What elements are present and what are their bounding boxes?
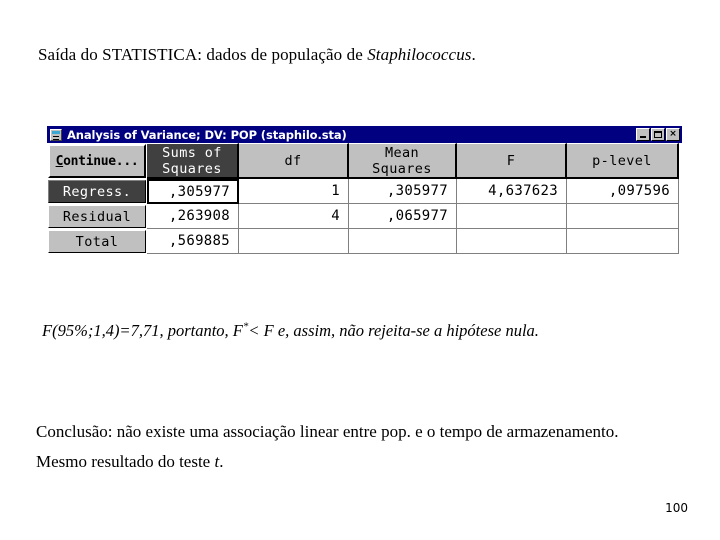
- f-test-note: F(95%;1,4)=7,71, portanto, F*< F e, assi…: [42, 318, 602, 343]
- table-row: Residual ,263908 4 ,065977: [47, 204, 682, 229]
- cell-residual-sums-of-squares[interactable]: ,263908: [147, 204, 239, 229]
- anova-results-grid: Continue... Sums of Squares df Mean Squa…: [47, 143, 682, 254]
- cell-total-mean-squares[interactable]: [349, 229, 457, 254]
- window-title: Analysis of Variance; DV: POP (staphilo.…: [67, 127, 347, 142]
- row-header-residual[interactable]: Residual: [48, 205, 146, 228]
- table-row: Total ,569885: [47, 229, 682, 254]
- cell-residual-p-level[interactable]: [567, 204, 679, 229]
- document-icon: [50, 128, 62, 141]
- column-header-sums-of-squares[interactable]: Sums of Squares: [147, 143, 239, 179]
- page-title: Saída do STATISTICA: dados de população …: [38, 44, 476, 66]
- page-title-species: Staphilococcus: [367, 45, 472, 64]
- cell-regression-mean-squares[interactable]: ,305977: [349, 179, 457, 204]
- window-controls: ×: [636, 128, 680, 141]
- grid-header-row: Continue... Sums of Squares df Mean Squa…: [47, 143, 682, 179]
- column-header-line2: Squares: [372, 160, 432, 177]
- column-header-p-level[interactable]: p-level: [567, 143, 679, 179]
- page-title-text: Saída do STATISTICA: dados de população …: [38, 45, 368, 64]
- column-header-df[interactable]: df: [239, 143, 349, 179]
- conclusion-period: .: [219, 452, 224, 471]
- column-header-mean-squares[interactable]: Mean Squares: [349, 143, 457, 179]
- cell-total-p-level[interactable]: [567, 229, 679, 254]
- f-test-note-post: < F e, assim, não rejeita-se a hipótese …: [248, 321, 539, 340]
- continue-label: ontinue...: [63, 153, 139, 169]
- cell-total-sums-of-squares[interactable]: ,569885: [147, 229, 239, 254]
- cell-residual-mean-squares[interactable]: ,065977: [349, 204, 457, 229]
- statistica-anova-window: Analysis of Variance; DV: POP (staphilo.…: [46, 126, 682, 254]
- column-header-line1: df: [284, 152, 302, 169]
- cell-regression-df[interactable]: 1: [239, 179, 349, 204]
- column-header-line1: Sums of: [162, 144, 222, 161]
- cell-residual-df[interactable]: 4: [239, 204, 349, 229]
- row-header-regression[interactable]: Regress.: [48, 180, 146, 203]
- continue-accel: C: [55, 153, 64, 169]
- cell-total-f[interactable]: [457, 229, 567, 254]
- page-title-period: .: [471, 45, 476, 64]
- cell-regression-f[interactable]: 4,637623: [457, 179, 567, 204]
- close-icon: ×: [669, 129, 677, 139]
- close-button[interactable]: ×: [666, 128, 680, 141]
- column-header-line1: Mean: [384, 144, 420, 161]
- page-number: 100: [665, 501, 688, 515]
- cell-regression-p-level[interactable]: ,097596: [567, 179, 679, 204]
- column-header-line1: F: [506, 152, 516, 169]
- conclusion-text: Conclusão: não existe uma associação lin…: [36, 422, 619, 471]
- continue-button[interactable]: Continue...: [48, 144, 146, 178]
- f-test-note-pre: F(95%;1,4)=7,71, portanto, F: [42, 321, 243, 340]
- corner-cell: Continue...: [47, 143, 147, 179]
- column-header-line1: p-level: [592, 152, 652, 169]
- cell-residual-f[interactable]: [457, 204, 567, 229]
- row-header-total[interactable]: Total: [48, 230, 146, 253]
- cell-regression-sums-of-squares[interactable]: ,305977: [147, 179, 239, 204]
- column-header-line2: Squares: [162, 160, 222, 177]
- conclusion-paragraph: Conclusão: não existe uma associação lin…: [36, 417, 636, 477]
- cell-total-df[interactable]: [239, 229, 349, 254]
- maximize-button[interactable]: [651, 128, 665, 141]
- row-header-cell: Regress.: [47, 179, 147, 204]
- window-titlebar[interactable]: Analysis of Variance; DV: POP (staphilo.…: [47, 126, 682, 143]
- row-header-cell: Residual: [47, 204, 147, 229]
- column-header-f[interactable]: F: [457, 143, 567, 179]
- table-row: Regress. ,305977 1 ,305977 4,637623 ,097…: [47, 179, 682, 204]
- row-header-cell: Total: [47, 229, 147, 254]
- minimize-button[interactable]: [636, 128, 650, 141]
